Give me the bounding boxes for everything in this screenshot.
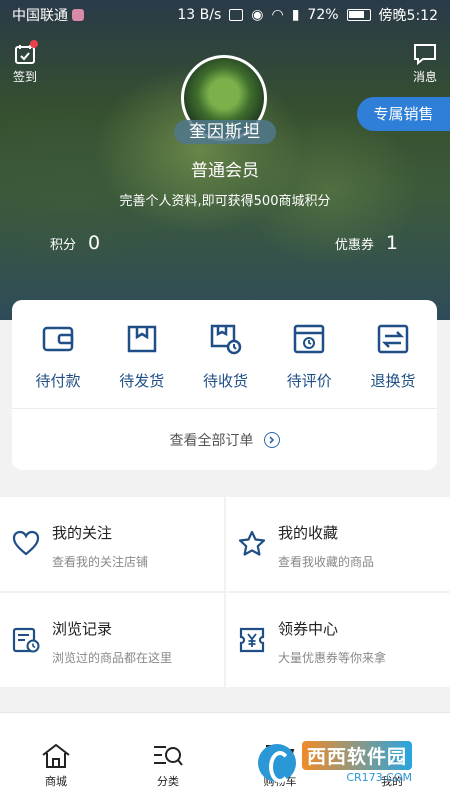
vip-sales-button[interactable]: 专属销售 — [357, 97, 450, 131]
history-icon — [12, 627, 40, 653]
sim-icon — [72, 9, 84, 21]
coupons-label: 优惠券 — [334, 237, 374, 253]
status-right: 13 B/s ◉ ◠ ▮ 72% 傍晚5:12 — [177, 5, 438, 25]
exchange-icon — [377, 324, 409, 354]
heart-icon — [12, 530, 40, 556]
points-label: 积分 — [50, 237, 77, 253]
feature-title: 我的关注 — [52, 524, 113, 542]
feature-grid: 我的关注 查看我的关注店铺 我的收藏 查看我收藏的商品 浏览记录 浏览过的商品都… — [0, 497, 450, 687]
order-label: 待发货 — [119, 372, 165, 390]
watermark-brand: 西西软件园 — [302, 741, 413, 770]
order-returns[interactable]: 退换货 — [365, 322, 421, 391]
tab-category[interactable]: 分类 — [112, 713, 224, 800]
order-label: 待付款 — [35, 372, 81, 390]
orders-card: 待付款 待发货 待收货 待评价 退换货 查看全部订单 — [12, 300, 437, 470]
review-icon — [294, 324, 325, 354]
network-speed: 13 B/s — [177, 7, 222, 23]
profile-hint[interactable]: 完善个人资料,即可获得500商城积分 — [0, 190, 450, 209]
my-follows[interactable]: 我的关注 查看我的关注店铺 — [0, 497, 224, 591]
watermark-text: 西西软件园 CR173.COM — [302, 741, 413, 784]
messages-button[interactable]: 消息 — [412, 42, 438, 85]
eye-icon: ◉ — [251, 7, 264, 23]
checkin-button[interactable]: 签到 — [10, 40, 40, 85]
browsing-history[interactable]: 浏览记录 浏览过的商品都在这里 — [0, 593, 224, 687]
coupon-icon — [239, 627, 265, 653]
view-all-orders-link[interactable]: 查看全部订单 — [12, 430, 437, 450]
tab-mall[interactable]: 商城 — [0, 713, 112, 800]
coupon-center[interactable]: 领券中心 大量优惠券等你来拿 — [226, 593, 450, 687]
delivery-icon — [210, 324, 241, 355]
points-stat[interactable]: 积分 0 — [50, 232, 100, 254]
username: 奎因斯坦 — [174, 120, 276, 144]
feature-subtitle: 浏览过的商品都在这里 — [52, 651, 173, 665]
wifi-icon: ◠ — [271, 7, 284, 23]
checkin-label: 签到 — [12, 70, 37, 84]
feature-subtitle: 查看我的关注店铺 — [52, 555, 149, 569]
carrier: 中国联通 — [12, 5, 84, 25]
order-pending-shipment[interactable]: 待发货 — [114, 322, 170, 391]
home-icon — [42, 743, 70, 768]
notification-dot — [30, 40, 38, 48]
order-label: 待评价 — [286, 372, 332, 390]
watermark-domain: CR173.COM — [346, 771, 413, 784]
category-search-icon — [154, 746, 183, 766]
chevron-right-icon — [263, 432, 280, 448]
divider — [12, 408, 437, 409]
clock: 傍晚5:12 — [378, 8, 438, 24]
feature-title: 浏览记录 — [52, 620, 113, 638]
vibrate-icon — [229, 9, 244, 21]
order-pending-payment[interactable]: 待付款 — [30, 322, 86, 391]
status-bar: 中国联通 13 B/s ◉ ◠ ▮ 72% 傍晚5:12 — [0, 0, 450, 30]
tab-label: 商城 — [45, 775, 67, 788]
coupons-value: 1 — [385, 232, 398, 254]
star-icon — [238, 530, 266, 556]
view-all-label: 查看全部订单 — [169, 433, 254, 449]
member-level: 普通会员 — [191, 161, 259, 181]
order-pending-review[interactable]: 待评价 — [281, 322, 337, 391]
box-icon — [127, 325, 156, 353]
profile-header: 中国联通 13 B/s ◉ ◠ ▮ 72% 傍晚5:12 签到 消息 奎因斯坦 … — [0, 0, 450, 320]
order-status-row: 待付款 待发货 待收货 待评价 退换货 — [12, 300, 437, 391]
site-watermark: 西西软件园 CR173.COM — [258, 735, 448, 790]
order-label: 退换货 — [370, 372, 416, 390]
my-favorites[interactable]: 我的收藏 查看我收藏的商品 — [226, 497, 450, 591]
order-pending-receipt[interactable]: 待收货 — [198, 322, 254, 391]
battery-percent: 72% — [307, 7, 339, 23]
order-label: 待收货 — [202, 372, 248, 390]
carrier-name: 中国联通 — [12, 8, 68, 24]
feature-title: 我的收藏 — [278, 524, 339, 542]
coupons-stat[interactable]: 优惠券 1 — [335, 232, 398, 254]
watermark-logo-icon — [258, 743, 296, 783]
feature-title: 领券中心 — [278, 620, 339, 638]
wallet-icon — [42, 326, 74, 352]
battery-icon — [346, 9, 371, 21]
feature-subtitle: 大量优惠券等你来拿 — [278, 651, 387, 665]
chat-bubble-icon — [414, 44, 436, 66]
tab-label: 分类 — [157, 775, 179, 788]
feature-subtitle: 查看我收藏的商品 — [278, 555, 375, 569]
signal-icon: ▮ — [291, 7, 300, 23]
points-value: 0 — [88, 232, 101, 254]
messages-label: 消息 — [412, 70, 437, 84]
